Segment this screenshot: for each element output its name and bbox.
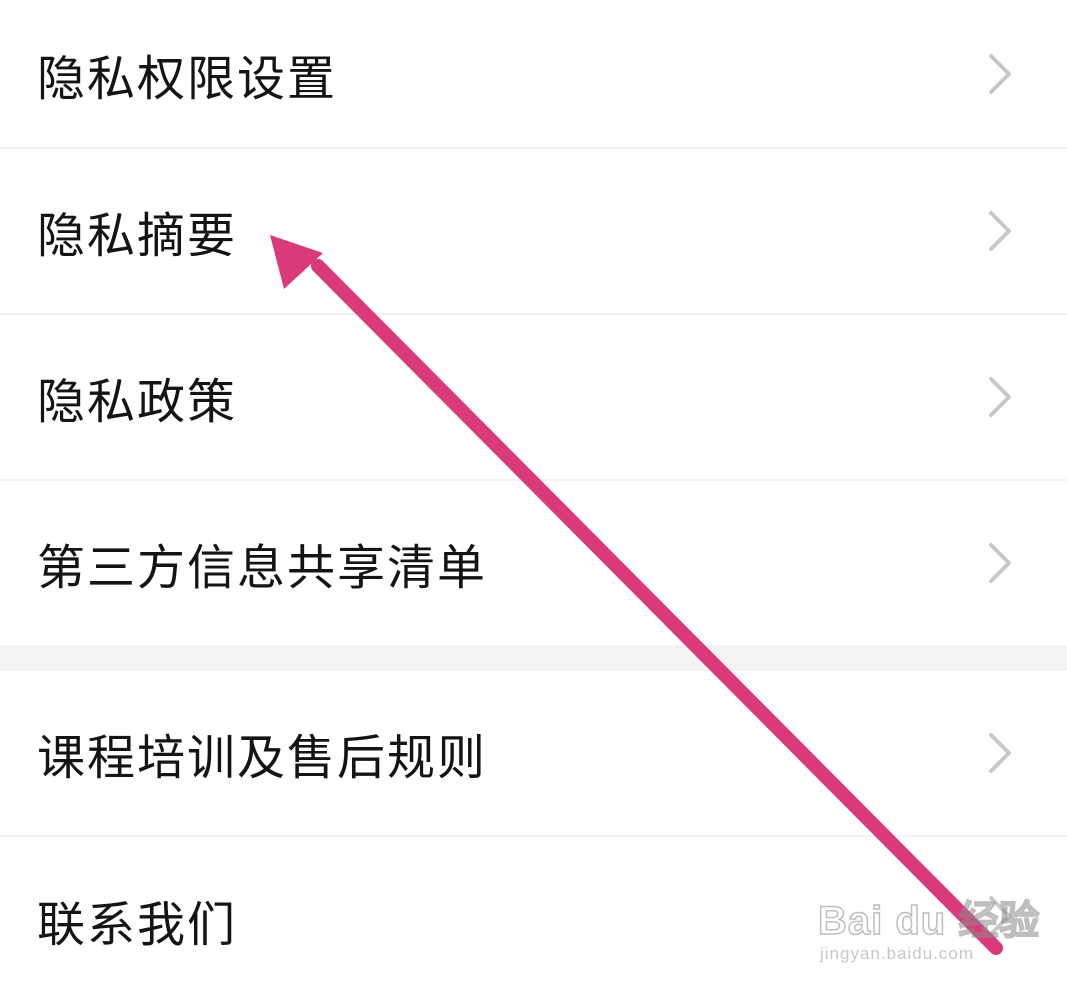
menu-item-label: 隐私权限设置 (37, 50, 338, 107)
chevron-right-icon (989, 377, 1011, 417)
chevron-right-icon (989, 211, 1011, 251)
menu-item-privacy-permission-settings[interactable]: 隐私权限设置 (0, 0, 1067, 147)
menu-item-label: 联系我们 (37, 897, 238, 954)
menu-item-privacy-policy[interactable]: 隐私政策 (0, 315, 1067, 479)
menu-item-course-training-after-sales-rules[interactable]: 课程培训及售后规则 (0, 671, 1067, 835)
chevron-right-icon (989, 53, 1011, 94)
menu-item-third-party-sharing-list[interactable]: 第三方信息共享清单 (0, 481, 1067, 645)
menu-item-label: 隐私摘要 (37, 208, 238, 264)
chevron-right-icon (989, 543, 1011, 583)
settings-screen: 隐私权限设置 隐私摘要 隐私政策 第三方信息共享清单 课程培训及售后规则 联系我… (0, 0, 1067, 994)
chevron-right-icon (989, 733, 1011, 773)
menu-item-label: 课程培训及售后规则 (37, 730, 488, 786)
menu-item-label: 第三方信息共享清单 (37, 540, 488, 596)
chevron-right-icon (989, 895, 1011, 936)
menu-item-contact-us[interactable]: 联系我们 (0, 837, 1067, 994)
menu-item-privacy-summary[interactable]: 隐私摘要 (0, 149, 1067, 313)
menu-item-label: 隐私政策 (37, 374, 238, 430)
section-separator (0, 645, 1067, 671)
